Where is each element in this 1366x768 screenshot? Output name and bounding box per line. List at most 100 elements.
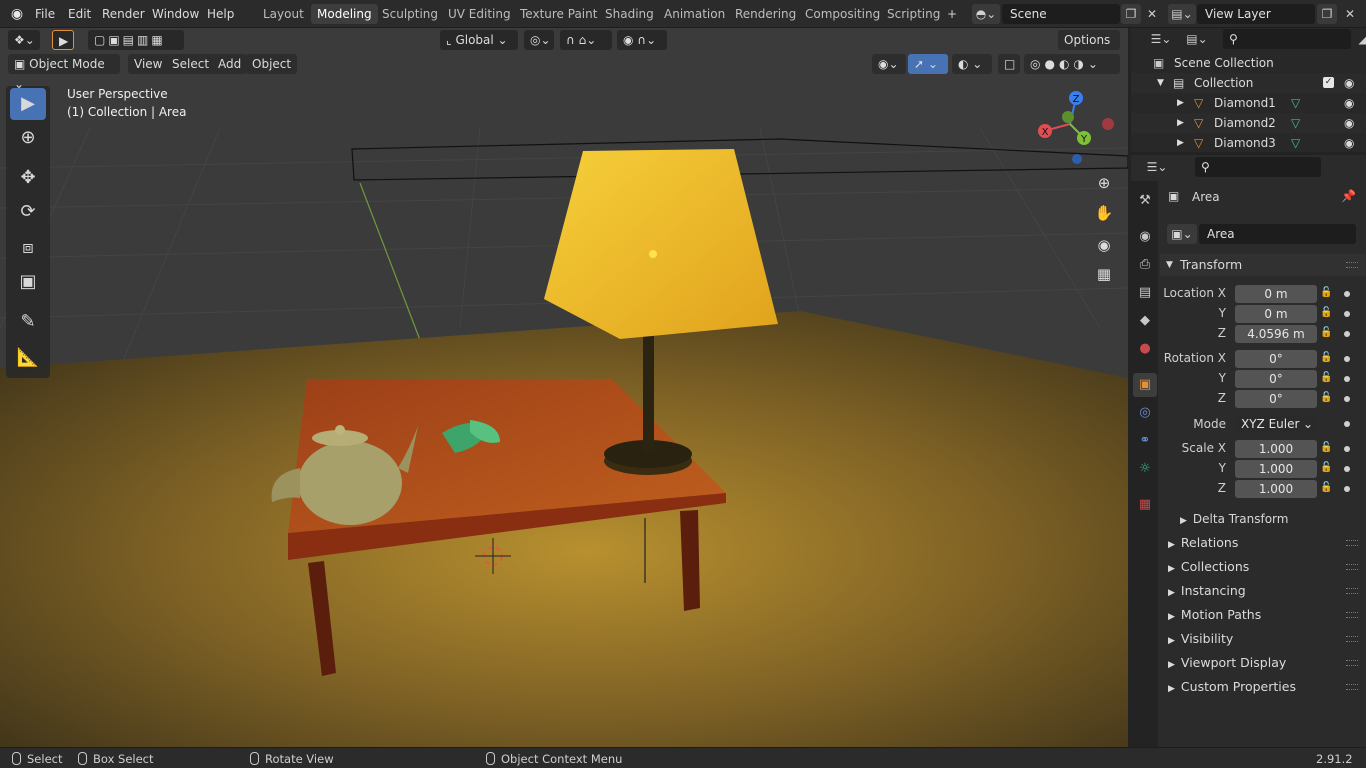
checkbox-icon[interactable]: ✓	[1323, 77, 1334, 88]
camera-view-icon[interactable]: ◉	[1092, 233, 1116, 257]
lock-icon[interactable]: 🔓	[1320, 372, 1334, 386]
outliner-scene-collection[interactable]: ▣ Scene Collection	[1131, 53, 1366, 73]
snapping-icon[interactable]: ∩ ⌂⌄	[560, 30, 612, 50]
overlays-icon[interactable]: ◐ ⌄	[952, 54, 992, 74]
annotate-tool-icon[interactable]: ✎	[10, 306, 46, 338]
expand-arrow-icon[interactable]: ▼	[1157, 73, 1164, 93]
texture-tab-icon[interactable]: ▦	[1133, 493, 1157, 517]
expand-arrow-icon[interactable]: ▶	[1177, 93, 1184, 113]
measure-tool-icon[interactable]: 📐	[10, 342, 46, 374]
outliner-item-diamond2[interactable]: ▶ ▽ Diamond2 ▽ ◉	[1131, 113, 1366, 133]
outliner-item-diamond1[interactable]: ▶ ▽ Diamond1 ▽ ◉	[1131, 93, 1366, 113]
delete-scene-icon[interactable]: ✕	[1142, 4, 1162, 24]
keyframe-dot[interactable]	[1344, 331, 1350, 337]
section-instancing[interactable]: ▶ Instancing	[1160, 580, 1366, 602]
xray-icon[interactable]: □	[998, 54, 1020, 74]
view-layer-selector-icon[interactable]: ▤⌄	[1168, 4, 1196, 24]
lock-icon[interactable]: 🔓	[1320, 287, 1334, 301]
menu-window[interactable]: Window	[152, 0, 199, 28]
expand-arrow-icon[interactable]: ▶	[1177, 113, 1184, 133]
properties-editor-type-icon[interactable]: ☰⌄	[1141, 157, 1173, 177]
view-layer-tab-icon[interactable]: ▤	[1133, 281, 1157, 305]
view-menu[interactable]: View	[128, 54, 169, 74]
view-layer-name-field[interactable]: View Layer	[1197, 4, 1315, 24]
section-relations[interactable]: ▶ Relations	[1160, 532, 1366, 554]
transform-section-header[interactable]: ▼ Transform	[1160, 254, 1366, 276]
options-dropdown[interactable]: Options ⌄	[1058, 30, 1120, 67]
lock-icon[interactable]: 🔓	[1320, 442, 1334, 456]
visibility-icon[interactable]: ◉⌄	[872, 54, 906, 74]
lock-icon[interactable]: 🔓	[1320, 392, 1334, 406]
rotation-y-field[interactable]: 0°	[1235, 370, 1317, 388]
scene-name-field[interactable]: Scene	[1002, 4, 1120, 24]
mesh-data-icon[interactable]: ▽	[1291, 113, 1300, 133]
output-tab-icon[interactable]: ⎙	[1133, 253, 1157, 277]
menu-render[interactable]: Render	[102, 0, 145, 28]
outliner-item-diamond3[interactable]: ▶ ▽ Diamond3 ▽ ◉	[1131, 133, 1366, 153]
menu-file[interactable]: File	[35, 0, 55, 28]
blender-logo-icon[interactable]: ◉	[9, 6, 25, 22]
keyframe-dot[interactable]	[1344, 376, 1350, 382]
tab-uv-editing[interactable]: UV Editing	[442, 4, 517, 24]
scene-selector-icon[interactable]: ◓⌄	[972, 4, 1000, 24]
lock-icon[interactable]: 🔓	[1320, 352, 1334, 366]
properties-search-input[interactable]: ⚲	[1195, 157, 1321, 177]
tab-texture-paint[interactable]: Texture Paint	[514, 4, 603, 24]
keyframe-dot[interactable]	[1344, 466, 1350, 472]
mesh-data-icon[interactable]: ▽	[1291, 93, 1300, 113]
tab-animation[interactable]: Animation	[658, 4, 731, 24]
scale-y-field[interactable]: 1.000	[1235, 460, 1317, 478]
light-data-tab-icon[interactable]: ☼	[1133, 457, 1157, 481]
section-custom-properties[interactable]: ▶ Custom Properties	[1160, 676, 1366, 698]
keyframe-dot[interactable]	[1344, 396, 1350, 402]
menu-edit[interactable]: Edit	[68, 0, 91, 28]
section-motion-paths[interactable]: ▶ Motion Paths	[1160, 604, 1366, 626]
lock-icon[interactable]: 🔓	[1320, 462, 1334, 476]
editor-type-icon[interactable]: ❖⌄	[8, 30, 40, 50]
new-scene-icon[interactable]: ❐	[1121, 4, 1141, 24]
add-workspace-icon[interactable]: +	[942, 4, 962, 24]
transform-tool-icon[interactable]: ▣	[10, 266, 46, 298]
eye-icon[interactable]: ◉	[1344, 93, 1354, 113]
location-x-field[interactable]: 0 m	[1235, 285, 1317, 303]
tab-scripting[interactable]: Scripting	[881, 4, 946, 24]
menu-help[interactable]: Help	[207, 0, 234, 28]
keyframe-dot[interactable]	[1344, 311, 1350, 317]
constraint-tab-icon[interactable]: ⚭	[1133, 429, 1157, 453]
transform-orientation-dropdown[interactable]: ⌞ Global ⌄	[440, 30, 518, 50]
ortho-grid-icon[interactable]: ▦	[1092, 262, 1116, 286]
section-viewport-display[interactable]: ▶ Viewport Display	[1160, 652, 1366, 674]
eye-icon[interactable]: ◉	[1344, 73, 1354, 93]
location-y-field[interactable]: 0 m	[1235, 305, 1317, 323]
lock-icon[interactable]: 🔓	[1320, 307, 1334, 321]
eye-icon[interactable]: ◉	[1344, 133, 1354, 153]
keyframe-dot[interactable]	[1344, 446, 1350, 452]
keyframe-dot[interactable]	[1344, 291, 1350, 297]
outliner-editor-type-icon[interactable]: ☰⌄	[1145, 29, 1177, 49]
move-tool-icon[interactable]: ✥	[10, 162, 46, 194]
add-menu[interactable]: Add	[212, 54, 248, 74]
lock-icon[interactable]: 🔓	[1320, 482, 1334, 496]
tab-shading[interactable]: Shading	[599, 4, 660, 24]
proportional-edit-icon[interactable]: ◉ ∩⌄	[617, 30, 667, 50]
keyframe-dot[interactable]	[1344, 421, 1350, 427]
3d-viewport[interactable]: X Z Y ❖⌄ ▶ ▢▣▤▥▦ ⌞ Global ⌄ ◎⌄ ∩ ⌂⌄ ◉ ∩⌄…	[0, 28, 1128, 747]
outliner-collection[interactable]: ▼ ▤ Collection ✓ ◉	[1131, 73, 1366, 93]
tab-modeling[interactable]: Modeling	[311, 4, 378, 24]
rotation-x-field[interactable]: 0°	[1235, 350, 1317, 368]
mode-dropdown[interactable]: ▣ Object Mode ⌄	[8, 54, 120, 91]
pin-icon[interactable]: 📌	[1341, 189, 1356, 203]
pan-hand-icon[interactable]: ✋	[1092, 201, 1116, 225]
select-menu[interactable]: Select	[166, 54, 216, 74]
world-tab-icon[interactable]: ●	[1133, 337, 1157, 361]
mesh-data-icon[interactable]: ▽	[1291, 133, 1300, 153]
keyframe-dot[interactable]	[1344, 356, 1350, 362]
scale-tool-icon[interactable]: ⧈	[10, 232, 46, 264]
object-selector-icon[interactable]: ▣⌄	[1167, 224, 1197, 244]
section-collections[interactable]: ▶ Collections	[1160, 556, 1366, 578]
new-view-layer-icon[interactable]: ❐	[1317, 4, 1337, 24]
delete-view-layer-icon[interactable]: ✕	[1340, 4, 1360, 24]
rotation-z-field[interactable]: 0°	[1235, 390, 1317, 408]
shading-mode-icons[interactable]: ◎●◐◑⌄	[1024, 54, 1120, 74]
tool-tab-icon[interactable]: ⚒	[1133, 189, 1157, 213]
